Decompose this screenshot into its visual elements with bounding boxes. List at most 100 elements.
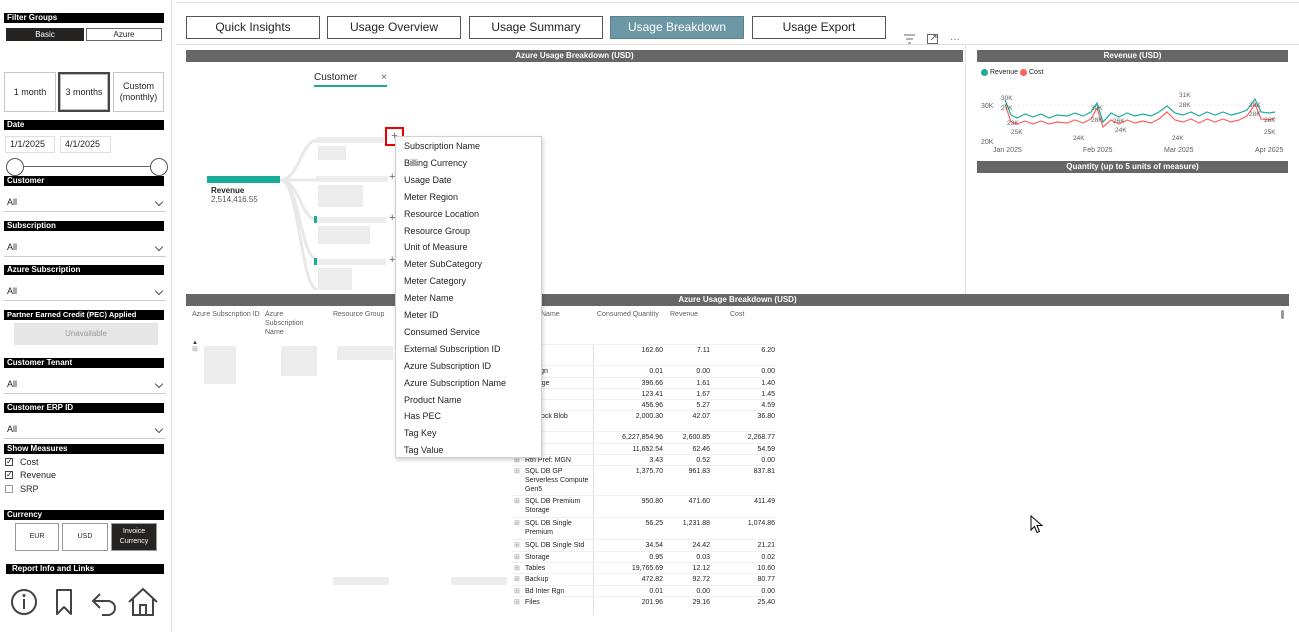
menu-item-has-pec[interactable]: Has PEC: [404, 408, 441, 424]
start-date-input[interactable]: 1/1/2025: [5, 136, 55, 153]
row-divider: [511, 539, 777, 540]
revenue-checkbox-row[interactable]: ✓ Revenue: [5, 469, 56, 481]
expand-row-icon[interactable]: ⊞: [514, 467, 520, 475]
legend-revenue-label: Revenue: [990, 69, 1019, 76]
col-header-resource-group[interactable]: Resource Group: [333, 310, 384, 319]
eur-button[interactable]: EUR: [15, 523, 59, 551]
customer-erp-dropdown[interactable]: All: [4, 419, 166, 439]
menu-item-product-name[interactable]: Product Name: [404, 392, 462, 408]
tab-quick-insights[interactable]: Quick Insights: [186, 16, 320, 39]
level-header-customer[interactable]: Customer ×: [314, 72, 387, 87]
menu-item-meter-region[interactable]: Meter Region: [404, 189, 458, 205]
menu-item-consumed-service[interactable]: Consumed Service: [404, 324, 480, 340]
bookmark-icon[interactable]: [48, 586, 80, 618]
date-slider-end-handle[interactable]: [150, 158, 168, 176]
legend-revenue[interactable]: Revenue: [981, 69, 1018, 76]
cost-series-line[interactable]: [1004, 102, 1276, 129]
tab-usage-overview[interactable]: Usage Overview: [327, 16, 461, 39]
more-options-icon[interactable]: ···: [950, 34, 960, 45]
col-header-cost[interactable]: Cost: [730, 310, 744, 319]
expand-row-icon[interactable]: ⊞: [514, 541, 520, 549]
tab-usage-summary[interactable]: Usage Summary: [469, 16, 603, 39]
menu-item-meter-id[interactable]: Meter ID: [404, 307, 439, 323]
tree-node-label: [318, 185, 363, 207]
cell-consumed-qty: 34.54: [645, 542, 663, 549]
table-scrollbar[interactable]: [1281, 310, 1284, 319]
expand-row-icon[interactable]: ⊞: [514, 587, 520, 595]
expand-row-icon[interactable]: ⊞: [514, 598, 520, 606]
customer-dropdown[interactable]: All: [4, 192, 166, 212]
menu-item-resource-group[interactable]: Resource Group: [404, 223, 470, 239]
col-header-azure-sub-id[interactable]: Azure Subscription ID: [192, 310, 260, 319]
col-header-revenue[interactable]: Revenue: [670, 310, 698, 319]
invoice-currency-button[interactable]: Invoice Currency: [111, 523, 157, 551]
data-label: 28K: [1249, 111, 1261, 118]
usd-button[interactable]: USD: [62, 523, 108, 551]
col-header-consumed-qty[interactable]: Consumed Quantity: [597, 310, 659, 319]
cell-cost: 0.00: [761, 457, 775, 464]
srp-checkbox-row[interactable]: SRP: [5, 483, 39, 495]
expand-row-icon[interactable]: ⊞: [514, 553, 520, 561]
menu-item-usage-date[interactable]: Usage Date: [404, 172, 452, 188]
col-header-azure-sub-name[interactable]: Azure Subscription Name: [265, 310, 315, 337]
custom-monthly-button[interactable]: Custom (monthly): [113, 72, 164, 112]
end-date-input[interactable]: 4/1/2025: [60, 136, 111, 153]
tab-usage-export[interactable]: Usage Export: [752, 16, 886, 39]
subscription-dropdown[interactable]: All: [4, 237, 166, 257]
menu-item-meter-subcategory[interactable]: Meter SubCategory: [404, 256, 482, 272]
date-slider-start-handle[interactable]: [6, 158, 24, 176]
checkbox-checked-icon[interactable]: ✓: [5, 471, 13, 479]
checkbox-empty-icon[interactable]: [5, 485, 13, 493]
row-divider: [511, 365, 777, 366]
legend-cost[interactable]: Cost: [1020, 69, 1043, 76]
tree-node-bar[interactable]: [318, 259, 386, 265]
cell-cost: 25.40: [757, 599, 775, 606]
menu-item-azure-subscription-id[interactable]: Azure Subscription ID: [404, 358, 491, 374]
tab-usage-breakdown[interactable]: Usage Breakdown: [610, 16, 744, 39]
cell-cost: 0.02: [761, 554, 775, 561]
expand-row-icon[interactable]: ⊞: [514, 497, 520, 505]
revenue-root-bar[interactable]: [207, 176, 280, 183]
col-header-name[interactable]: Name: [541, 310, 560, 319]
menu-item-tag-key[interactable]: Tag Key: [404, 425, 437, 441]
expand-row-icon[interactable]: ⊞: [192, 345, 198, 353]
one-month-button[interactable]: 1 month: [4, 72, 56, 112]
info-icon[interactable]: [8, 586, 40, 618]
tree-node-bar[interactable]: [316, 137, 384, 143]
customer-tenant-dropdown[interactable]: All: [4, 374, 166, 394]
menu-item-subscription-name[interactable]: Subscription Name: [404, 138, 480, 154]
azure-subscription-dropdown[interactable]: All: [4, 281, 166, 301]
menu-item-billing-currency[interactable]: Billing Currency: [404, 155, 467, 171]
expand-row-icon[interactable]: ⊞: [514, 519, 520, 527]
expand-row-icon[interactable]: ⊞: [514, 564, 520, 572]
redacted-row: [451, 577, 507, 585]
basic-filter-button[interactable]: Basic: [6, 28, 84, 41]
tree-node-bar[interactable]: [318, 217, 386, 223]
revenue-line-chart[interactable]: 30K 20K 30K 27K 25K 23K 30K 28K 24K 24K …: [977, 80, 1288, 155]
three-months-button[interactable]: 3 months: [58, 72, 110, 112]
row-divider: [511, 344, 777, 345]
checkbox-checked-icon[interactable]: ✓: [5, 458, 13, 466]
menu-item-external-subscription-id[interactable]: External Subscription ID: [404, 341, 501, 357]
data-label: 28K: [1091, 117, 1103, 124]
customer-tenant-value: All: [7, 379, 18, 389]
menu-item-resource-location[interactable]: Resource Location: [404, 206, 479, 222]
back-arrow-icon[interactable]: [88, 586, 120, 618]
menu-item-meter-name[interactable]: Meter Name: [404, 290, 454, 306]
cost-checkbox-row[interactable]: ✓ Cost: [5, 456, 39, 468]
revenue-series-line[interactable]: [1004, 97, 1276, 124]
azure-filter-button[interactable]: Azure: [86, 28, 162, 41]
home-icon[interactable]: [127, 586, 159, 618]
menu-item-azure-subscription-name[interactable]: Azure Subscription Name: [404, 375, 506, 391]
tree-node-bar[interactable]: [316, 176, 388, 182]
menu-item-unit-of-measure[interactable]: Unit of Measure: [404, 239, 468, 255]
close-icon[interactable]: ×: [381, 72, 387, 83]
row-divider: [511, 573, 777, 574]
menu-item-meter-category[interactable]: Meter Category: [404, 273, 466, 289]
expand-row-icon[interactable]: ⊞: [514, 575, 520, 583]
menu-item-tag-value[interactable]: Tag Value: [404, 442, 443, 458]
focus-mode-icon[interactable]: [927, 34, 938, 44]
cell-revenue: 0.00: [696, 588, 710, 595]
filter-icon[interactable]: [904, 34, 915, 44]
row-divider: [511, 562, 777, 563]
